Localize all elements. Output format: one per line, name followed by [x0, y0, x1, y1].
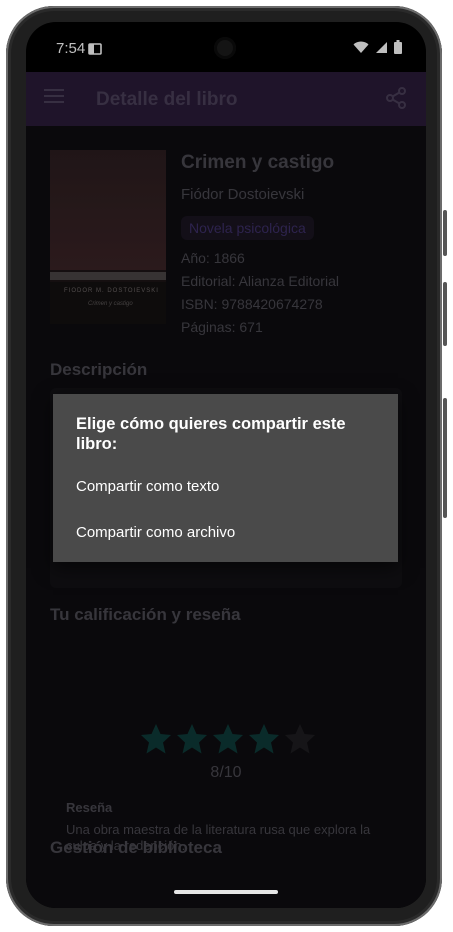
side-button [443, 398, 447, 518]
share-as-file-option[interactable]: Compartir como archivo [76, 524, 235, 541]
power-button [443, 282, 447, 346]
gesture-nav-bar[interactable] [174, 890, 278, 894]
volume-button [443, 210, 447, 256]
share-as-text-option[interactable]: Compartir como texto [76, 478, 219, 495]
phone-screen: 7:54 Detalle del libro FIODOR M. DOSTOIE… [26, 22, 426, 908]
share-dialog: Elige cómo quieres compartir este libro:… [53, 394, 398, 562]
dialog-title: Elige cómo quieres compartir este libro: [76, 415, 346, 453]
